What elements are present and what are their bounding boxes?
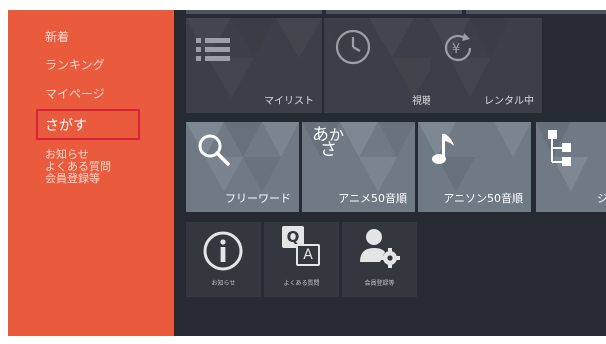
tile-genre[interactable]: ジ xyxy=(536,122,606,212)
music-note-icon xyxy=(432,134,454,164)
tile-news[interactable]: お知らせ xyxy=(186,222,261,297)
tile-rental[interactable]: ¥ レンタル中 xyxy=(430,18,542,113)
tile-anisong-kana[interactable]: アニソン50音順 xyxy=(418,122,531,212)
tile-label: アニソン50音順 xyxy=(443,192,523,205)
search-icon xyxy=(198,134,230,166)
list-icon xyxy=(196,38,230,61)
sidebar-sub-links: お知らせ よくある質問 会員登録等 xyxy=(45,149,111,185)
tile-label: アニメ50音順 xyxy=(338,192,407,205)
tile-registration[interactable]: 会員登録等 xyxy=(342,222,417,297)
tile-label: お知らせ xyxy=(211,280,236,287)
kana-icon: あかさ xyxy=(312,125,345,160)
tile-label: ジ xyxy=(597,192,606,205)
top-scroll-strip xyxy=(186,10,606,14)
sidebar-item-search[interactable]: さがす xyxy=(45,115,87,135)
info-icon xyxy=(203,231,243,271)
tree-icon xyxy=(548,130,571,166)
main-content: マイリスト 視聴履歴 ¥ xyxy=(174,10,606,336)
tile-free-word[interactable]: フリーワード xyxy=(186,122,299,212)
svg-text:¥: ¥ xyxy=(452,42,460,57)
tile-mylist[interactable]: マイリスト xyxy=(186,18,322,113)
tile-label: マイリスト xyxy=(264,96,314,107)
user-gear-icon xyxy=(360,229,400,268)
clock-icon xyxy=(335,29,371,65)
tile-label: 会員登録等 xyxy=(364,280,395,287)
tile-label: フリーワード xyxy=(225,192,291,205)
sidebar: 新着 ランキング マイページ さがす お知らせ よくある質問 会員登録等 xyxy=(8,10,174,336)
yen-rental-icon: ¥ xyxy=(444,33,472,62)
answer-bubble: A xyxy=(296,244,320,266)
sidebar-item-new[interactable]: 新着 xyxy=(45,28,69,45)
qa-icon: Q A xyxy=(282,226,324,270)
sidebar-item-mypage[interactable]: マイページ xyxy=(45,85,105,102)
tile-label: レンタル中 xyxy=(484,96,534,107)
sidebar-item-registration[interactable]: 会員登録等 xyxy=(45,173,111,185)
app-screen: 新着 ランキング マイページ さがす お知らせ よくある質問 会員登録等 マイリ… xyxy=(8,10,606,336)
tile-label: よくある質問 xyxy=(283,280,320,287)
sidebar-item-ranking[interactable]: ランキング xyxy=(45,56,105,73)
tile-faq[interactable]: Q A よくある質問 xyxy=(264,222,339,297)
tile-anime-kana[interactable]: あかさ アニメ50音順 xyxy=(302,122,415,212)
